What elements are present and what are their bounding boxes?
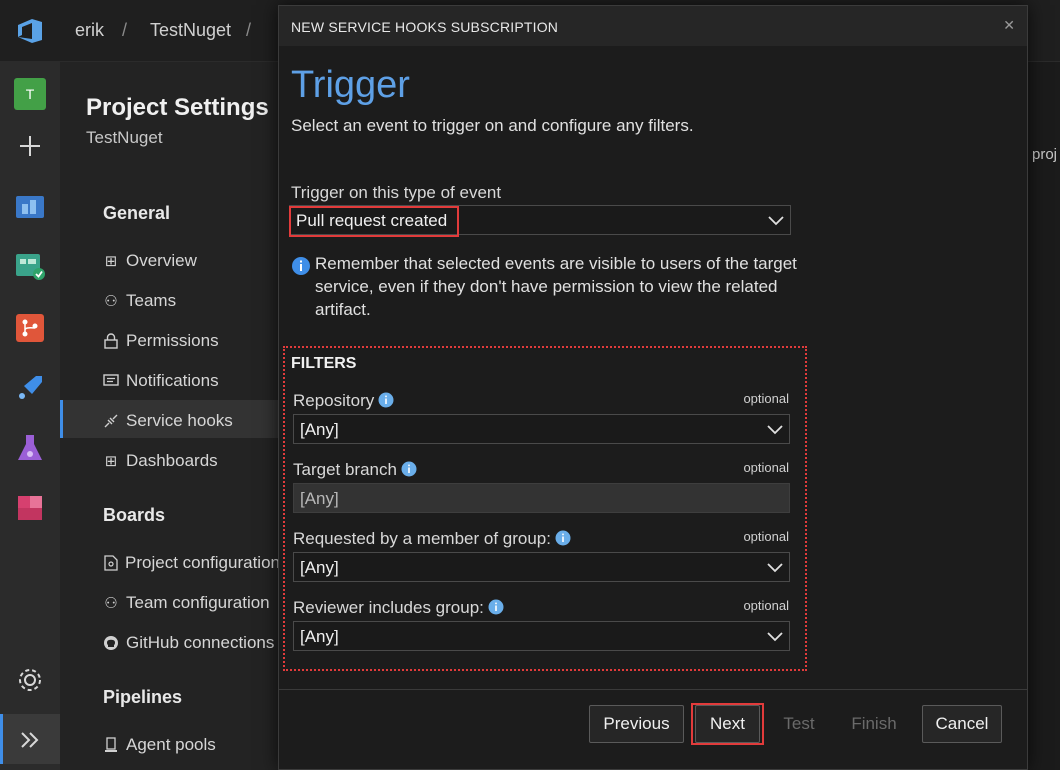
plus-icon[interactable] [14,130,46,162]
info-icon [292,257,310,275]
optional-tag: optional [743,598,789,613]
repos-icon[interactable] [14,312,46,344]
nav-item-agent-pools[interactable]: Agent pools [102,727,280,763]
nav-item-label: Teams [126,291,177,310]
info-note: Remember that selected events are visibl… [315,254,797,319]
repository-value: [Any] [300,420,339,439]
project-settings-panel: Project Settings TestNuget General ⊞ Ove… [60,62,280,770]
service-hooks-dialog: NEW SERVICE HOOKS SUBSCRIPTION ✕ Trigger… [278,5,1028,770]
target-branch-input[interactable]: [Any] [293,483,790,513]
nav-item-label: Service hooks [126,411,233,430]
chevron-down-icon [768,216,784,226]
filter-target-branch-label: Target branch [293,460,417,480]
background-text-fragment: proj [1032,146,1058,163]
filter-repository-label: Repository [293,391,394,411]
nav-item-label: GitHub connections [126,633,275,652]
section-general: General [103,203,171,223]
nav-item-project-configuration[interactable]: Project configuration [102,545,280,581]
azure-devops-logo-icon[interactable] [14,15,46,47]
section-pipelines: Pipelines [103,687,183,707]
overview-app-icon[interactable] [14,190,46,222]
gear-icon[interactable] [14,664,46,696]
finish-button[interactable]: Finish [839,705,909,743]
filter-label-text: Reviewer includes group: [293,598,484,617]
footer-divider [279,689,1027,690]
overview-icon: ⊞ [104,253,118,270]
event-type-label: Trigger on this type of event [291,183,502,202]
previous-button[interactable]: Previous [589,705,684,743]
dialog-title: Trigger [291,64,410,106]
test-button[interactable]: Test [769,705,829,743]
github-icon [102,634,120,652]
project-avatar[interactable]: T [14,78,46,110]
nav-item-notifications[interactable]: Notifications [102,363,280,399]
artifacts-icon[interactable] [14,492,46,524]
nav-item-team-configuration[interactable]: ⚇ Team configuration [102,585,280,621]
filters-title: FILTERS [291,355,357,372]
info-icon[interactable] [488,599,504,615]
pipelines-icon[interactable] [14,372,46,404]
optional-tag: optional [743,529,789,544]
nav-item-github-connections[interactable]: GitHub connections [102,625,280,661]
info-icon[interactable] [555,530,571,546]
repository-select[interactable]: [Any] [293,414,790,444]
close-icon[interactable]: ✕ [1003,17,1015,34]
nav-item-label: Overview [126,251,197,270]
nav-item-dashboards[interactable]: ⊞ Dashboards [102,443,280,479]
breadcrumb-separator: / [122,20,128,40]
dashboard-icon: ⊞ [104,453,118,470]
optional-tag: optional [743,391,789,406]
chevron-down-icon [767,425,783,435]
notification-icon [102,372,120,390]
info-icon[interactable] [378,392,394,408]
reviewer-select[interactable]: [Any] [293,621,790,651]
dialog-header: NEW SERVICE HOOKS SUBSCRIPTION ✕ [279,6,1027,46]
nav-item-label: Dashboards [126,451,218,470]
nav-item-teams[interactable]: ⚇ Teams [102,283,280,319]
section-boards: Boards [103,505,166,525]
chevron-down-icon [767,632,783,642]
dialog-header-title: NEW SERVICE HOOKS SUBSCRIPTION [291,19,559,35]
reviewer-value: [Any] [300,627,339,646]
event-highlight-box [289,206,459,237]
dialog-subtitle: Select an event to trigger on and config… [291,116,694,135]
breadcrumb-separator: / [246,20,252,40]
optional-tag: optional [743,460,789,475]
team-config-icon: ⚇ [104,595,118,612]
filter-reviewer-label: Reviewer includes group: [293,598,504,618]
filter-requested-by-label: Requested by a member of group: [293,529,571,549]
nav-item-overview[interactable]: ⊞ Overview [102,243,280,279]
nav-item-label: Notifications [126,371,219,390]
boards-icon[interactable] [14,250,46,282]
filter-label-text: Repository [293,391,375,410]
target-branch-value: [Any] [300,489,339,508]
left-rail: T [0,62,60,770]
filter-label-text: Requested by a member of group: [293,529,551,548]
nav-item-label: Project configuration [125,553,280,572]
nav-item-label: Agent pools [126,735,216,754]
filter-label-text: Target branch [293,460,397,479]
agent-pools-icon [102,736,120,754]
next-highlight-box [691,703,764,745]
cancel-button[interactable]: Cancel [922,705,1002,743]
project-config-icon [102,554,119,572]
nav-item-label: Team configuration [126,593,270,612]
teams-icon: ⚇ [104,293,118,310]
expand-icon[interactable] [14,724,46,756]
test-plans-icon[interactable] [14,432,46,464]
chevron-down-icon [767,563,783,573]
requested-by-value: [Any] [300,558,339,577]
info-icon[interactable] [401,461,417,477]
breadcrumb-org[interactable]: erik [75,20,104,41]
project-settings-title: Project Settings [86,94,269,121]
requested-by-select[interactable]: [Any] [293,552,790,582]
breadcrumb-project[interactable]: TestNuget [150,20,231,41]
service-hooks-icon [102,412,120,430]
lock-icon [102,332,120,350]
nav-item-service-hooks[interactable]: Service hooks [102,403,280,439]
nav-item-label: Permissions [126,331,219,350]
project-name: TestNuget [86,128,163,147]
nav-item-permissions[interactable]: Permissions [102,323,280,359]
